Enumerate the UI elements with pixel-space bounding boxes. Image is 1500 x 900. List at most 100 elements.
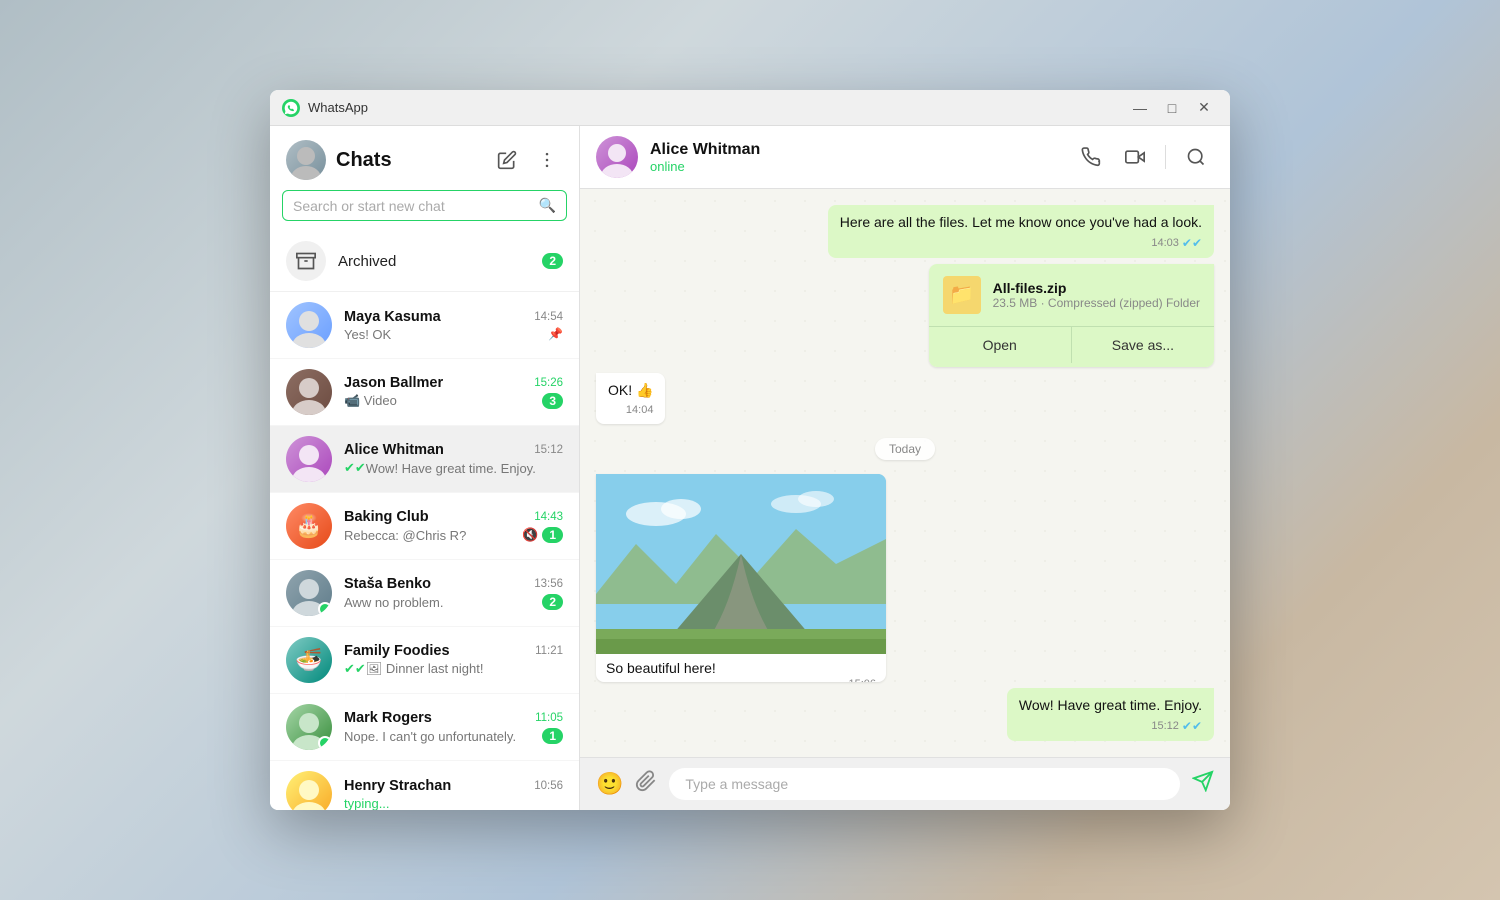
attach-button[interactable] [635,770,657,798]
file-actions: Open Save as... [929,326,1214,363]
list-item[interactable]: 🍜 Family Foodies 11:21 ✔✔ 🖼 Dinner last … [270,627,579,694]
chat-name: Mark Rogers [344,710,432,726]
chat-info: Maya Kasuma 14:54 Yes! OK 📌 [344,309,563,342]
chat-name: Family Foodies [344,643,450,659]
sidebar: Chats [270,126,580,810]
chat-time: 15:12 [534,444,563,456]
sidebar-actions [491,144,563,176]
file-meta: 14:04 ✔✔ [929,363,1214,368]
message-text: OK! 👍 [608,381,653,401]
chat-info: Henry Strachan 10:56 typing... [344,778,563,811]
send-button[interactable] [1192,770,1214,798]
message-input[interactable] [669,768,1180,800]
video-call-button[interactable] [1117,139,1153,175]
chat-name: Staša Benko [344,576,431,592]
message-time: 14:03 [1151,237,1179,249]
sidebar-header: Chats [270,126,579,190]
chat-time: 15:26 [534,377,563,389]
unread-badge: 3 [542,393,563,409]
image-message: So beautiful here! 15:06 ❤️ [596,474,886,683]
close-button[interactable]: ✕ [1190,94,1218,122]
sidebar-title: Chats [336,149,481,172]
search-chat-button[interactable] [1178,139,1214,175]
check-icon: ✔✔ [1182,236,1202,250]
header-divider [1165,145,1166,169]
titlebar: WhatsApp — □ ✕ [270,90,1230,126]
chat-info: Jason Ballmer 15:26 📹 Video 3 [344,375,563,409]
chat-info: Alice Whitman 15:12 ✔✔ Wow! Have great t… [344,442,563,476]
double-check-icon: ✔✔ [344,661,366,677]
contact-avatar [596,136,638,178]
avatar [286,369,332,415]
pin-icon: 📌 [548,327,563,341]
menu-button[interactable] [531,144,563,176]
list-item[interactable]: Maya Kasuma 14:54 Yes! OK 📌 [270,292,579,359]
contact-name: Alice Whitman [650,141,1061,159]
chat-info: Baking Club 14:43 Rebecca: @Chris R? 🔇 1 [344,509,563,543]
search-icon: 🔍 [539,197,556,214]
chat-time: 14:43 [534,511,563,523]
archived-badge: 2 [542,253,563,269]
search-input[interactable] [293,198,531,214]
list-item[interactable]: Jason Ballmer 15:26 📹 Video 3 [270,359,579,426]
save-as-button[interactable]: Save as... [1071,327,1214,363]
list-item[interactable]: Mark Rogers 11:05 Nope. I can't go unfor… [270,694,579,761]
open-file-button[interactable]: Open [929,327,1071,363]
chat-info: Staša Benko 13:56 Aww no problem. 2 [344,576,563,610]
contact-info: Alice Whitman online [650,141,1061,174]
online-indicator [318,736,332,750]
chat-preview-typing: typing... [344,796,563,811]
new-chat-button[interactable] [491,144,523,176]
unread-badge: 1 [542,728,563,744]
chat-name: Jason Ballmer [344,375,443,391]
chat-time: 10:56 [534,780,563,792]
archived-row[interactable]: Archived 2 [270,231,579,292]
image-meta: 15:06 [596,678,886,683]
double-check-icon: ✔✔ [344,460,366,476]
unread-badge: 1 [542,527,563,543]
avatar [286,570,332,616]
file-details: All-files.zip 23.5 MB · Compressed (zipp… [993,280,1200,310]
minimize-button[interactable]: — [1126,94,1154,122]
avatar [286,436,332,482]
chat-info: Family Foodies 11:21 ✔✔ 🖼 Dinner last ni… [344,643,563,677]
message-time: 15:06 [848,678,876,683]
list-item[interactable]: Staša Benko 13:56 Aww no problem. 2 [270,560,579,627]
file-name: All-files.zip [993,280,1200,296]
online-indicator [318,602,332,616]
app-window: WhatsApp — □ ✕ Chats [270,90,1230,810]
chat-preview: 🖼 Dinner last night! [366,661,563,677]
window-controls: — □ ✕ [1126,94,1218,122]
chat-header-actions [1073,139,1214,175]
chat-input-area: 🙂 [580,757,1230,810]
list-item[interactable]: Henry Strachan 10:56 typing... [270,761,579,810]
chat-time: 11:05 [535,712,563,724]
file-size: 23.5 MB · Compressed (zipped) Folder [993,296,1200,310]
voice-call-button[interactable] [1073,139,1109,175]
check-icon: ✔✔ [1182,719,1202,733]
date-divider: Today [875,438,935,460]
app-icon [282,99,300,117]
chat-preview: Aww no problem. [344,595,542,610]
maximize-button[interactable]: □ [1158,94,1186,122]
my-avatar[interactable] [286,140,326,180]
message-text: Here are all the files. Let me know once… [840,213,1202,233]
list-item[interactable]: Alice Whitman 15:12 ✔✔ Wow! Have great t… [270,426,579,493]
avatar: 🎂 [286,503,332,549]
chat-preview: Yes! OK [344,327,548,342]
chat-time: 14:54 [534,311,563,323]
chat-panel: Alice Whitman online [580,126,1230,810]
avatar: 🍜 [286,637,332,683]
chat-preview: Nope. I can't go unfortunately. [344,729,542,744]
list-item[interactable]: 🎂 Baking Club 14:43 Rebecca: @Chris R? 🔇… [270,493,579,560]
message-time: 15:12 [1151,720,1179,732]
message-out: Wow! Have great time. Enjoy. 15:12 ✔✔ [1007,688,1214,741]
file-type-icon: 📁 [943,276,981,314]
chat-preview: Wow! Have great time. Enjoy. [366,461,563,476]
chat-time: 13:56 [534,578,563,590]
avatar [286,302,332,348]
chat-name: Baking Club [344,509,429,525]
emoji-button[interactable]: 🙂 [596,771,623,797]
search-bar: 🔍 [270,190,579,231]
image-caption: So beautiful here! [596,654,886,678]
